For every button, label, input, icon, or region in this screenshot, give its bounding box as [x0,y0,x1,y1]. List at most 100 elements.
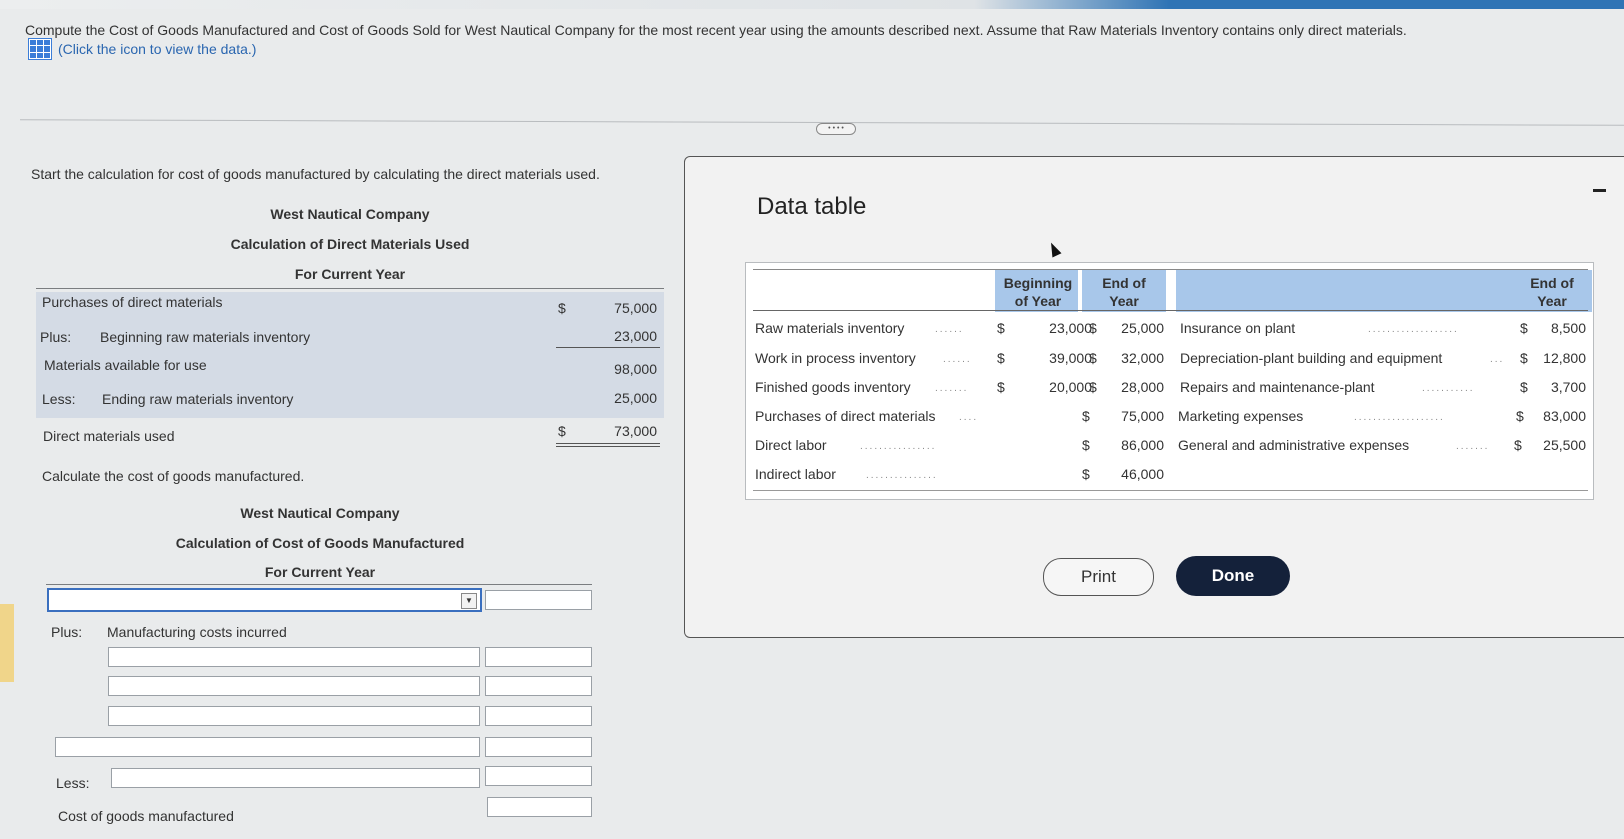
dm-title: Calculation of Direct Materials Used [230,236,470,252]
dm-subtotal-rule [556,347,660,348]
dt-dollar: $ [997,350,1005,366]
done-button[interactable]: Done [1176,556,1290,596]
cogm-subtotal-account[interactable] [55,737,480,757]
dm-intro: Start the calculation for cost of goods … [31,166,600,182]
dt-dollar: $ [1089,379,1097,395]
leader-dots: ....... [935,383,969,394]
dt-end-value: 86,000 [1121,437,1164,453]
dm-period: For Current Year [294,266,406,282]
cogm-mfg-account-2[interactable] [108,676,480,696]
dt-row-label: Direct labor [755,437,827,453]
cogm-subtotal-amount[interactable] [485,737,592,757]
dt-dollar: $ [997,379,1005,395]
dt-row-label: Work in process inventory [755,350,916,366]
cogm-mfg-amount-2[interactable] [485,676,592,696]
dm-prefix-less: Less: [42,391,76,407]
dm-dollar-total: $ [558,423,566,439]
dt-right-value: 83,000 [1543,408,1586,424]
cogm-mfg-account-1[interactable] [108,647,480,667]
dt-col-end-right: End of Year [1530,275,1574,309]
dt-dollar: $ [1520,379,1528,395]
leader-dots: ...... [935,324,964,335]
dt-dollar: $ [1520,350,1528,366]
dt-col-end: End of Year [1102,275,1146,309]
dt-right-label: Repairs and maintenance-plant [1180,379,1375,395]
dm-row-ending: Ending raw materials inventory [102,391,294,407]
data-link-text[interactable]: (Click the icon to view the data.) [58,41,256,57]
dt-dollar: $ [1082,408,1090,424]
dt-begin-value: 39,000 [1049,350,1092,366]
chevron-down-icon[interactable]: ▼ [461,593,477,609]
dt-row-label: Finished goods inventory [755,379,911,395]
cogm-mfg-amount-3[interactable] [485,706,592,726]
cogm-title: Calculation of Cost of Goods Manufacture… [175,535,465,551]
dm-row-available: Materials available for use [44,357,207,373]
cogm-period: For Current Year [264,564,376,580]
leader-dots: ................... [1368,324,1459,335]
dm-row-purchases: Purchases of direct materials [42,294,223,310]
dm-amount-used: 73,000 [614,423,657,439]
print-button[interactable]: Print [1043,558,1154,596]
dt-end-value: 32,000 [1121,350,1164,366]
cogm-header-rule [46,584,592,585]
dm-row-beginning: Beginning raw materials inventory [100,329,311,345]
dm-amount-ending: 25,000 [614,390,657,406]
dt-right-value: 3,700 [1550,379,1586,395]
minimize-icon[interactable] [1593,189,1606,192]
dm-dollar: $ [558,300,566,316]
cogm-plus-label: Plus: [51,624,83,640]
dt-begin-value: 23,000 [1049,320,1092,336]
dm-company: West Nautical Company [270,206,430,222]
dt-end-value: 28,000 [1121,379,1164,395]
dt-end-value: 25,000 [1121,320,1164,336]
cogm-company: West Nautical Company [240,505,400,521]
dt-right-label: General and administrative expenses [1178,437,1410,453]
dt-dollar: $ [1082,466,1090,482]
dt-end-value: 46,000 [1121,466,1164,482]
dm-amount-beginning: 23,000 [614,328,657,344]
dt-right-value: 8,500 [1550,320,1586,336]
cogm-mfg-amount-1[interactable] [485,647,592,667]
dm-total-rule-2 [556,446,660,447]
dm-header-rule [36,288,664,289]
dt-col-begin: Beginning of Year [1003,275,1073,309]
leader-dots: ...... [943,354,972,365]
dt-bottom-rule [753,490,1588,491]
cogm-intro: Calculate the cost of goods manufactured… [42,468,305,484]
cogm-final-amount[interactable] [487,797,592,817]
modal-title: Data table [757,193,867,220]
cogm-account-select[interactable]: ▼ [47,588,482,612]
dt-dollar: $ [1082,437,1090,453]
data-link[interactable]: (Click the icon to view the data.) [28,38,256,60]
dt-row-label: Purchases of direct materials [755,408,936,424]
leader-dots: ........... [1422,383,1475,394]
leader-dots: ....... [1456,441,1490,452]
dt-dollar: $ [1516,408,1524,424]
dm-total-rule-1 [556,443,660,444]
cogm-less-account[interactable] [111,768,480,788]
top-accent-bar [0,0,1624,9]
dt-dollar: $ [1520,320,1528,336]
dt-right-label: Marketing expenses [1178,408,1304,424]
cogm-mfg-account-3[interactable] [108,706,480,726]
dt-dollar: $ [997,320,1005,336]
leader-dots: ............... [866,470,938,481]
table-grid-icon[interactable] [28,38,52,60]
dt-begin-value: 20,000 [1049,379,1092,395]
cogm-less-amount[interactable] [485,766,592,786]
leader-dots: .... [959,412,979,423]
dt-row-label: Indirect labor [755,466,836,482]
dt-dollar: $ [1514,437,1522,453]
leader-dots: ... [1490,354,1505,365]
dt-row-label: Raw materials inventory [755,320,905,336]
cogm-amount-input-1[interactable] [485,590,592,610]
question-prompt: Compute the Cost of Goods Manufactured a… [25,22,1407,38]
dm-amount-available: 98,000 [614,361,657,377]
leader-dots: ................... [1354,412,1445,423]
dt-right-value: 12,800 [1543,350,1586,366]
resize-handle[interactable]: • • • • [816,123,856,135]
cogm-final-label: Cost of goods manufactured [58,808,234,824]
dt-dollar: $ [1089,320,1097,336]
leader-dots: ................ [860,441,937,452]
dt-right-label: Depreciation-plant building and equipmen… [1180,350,1443,366]
